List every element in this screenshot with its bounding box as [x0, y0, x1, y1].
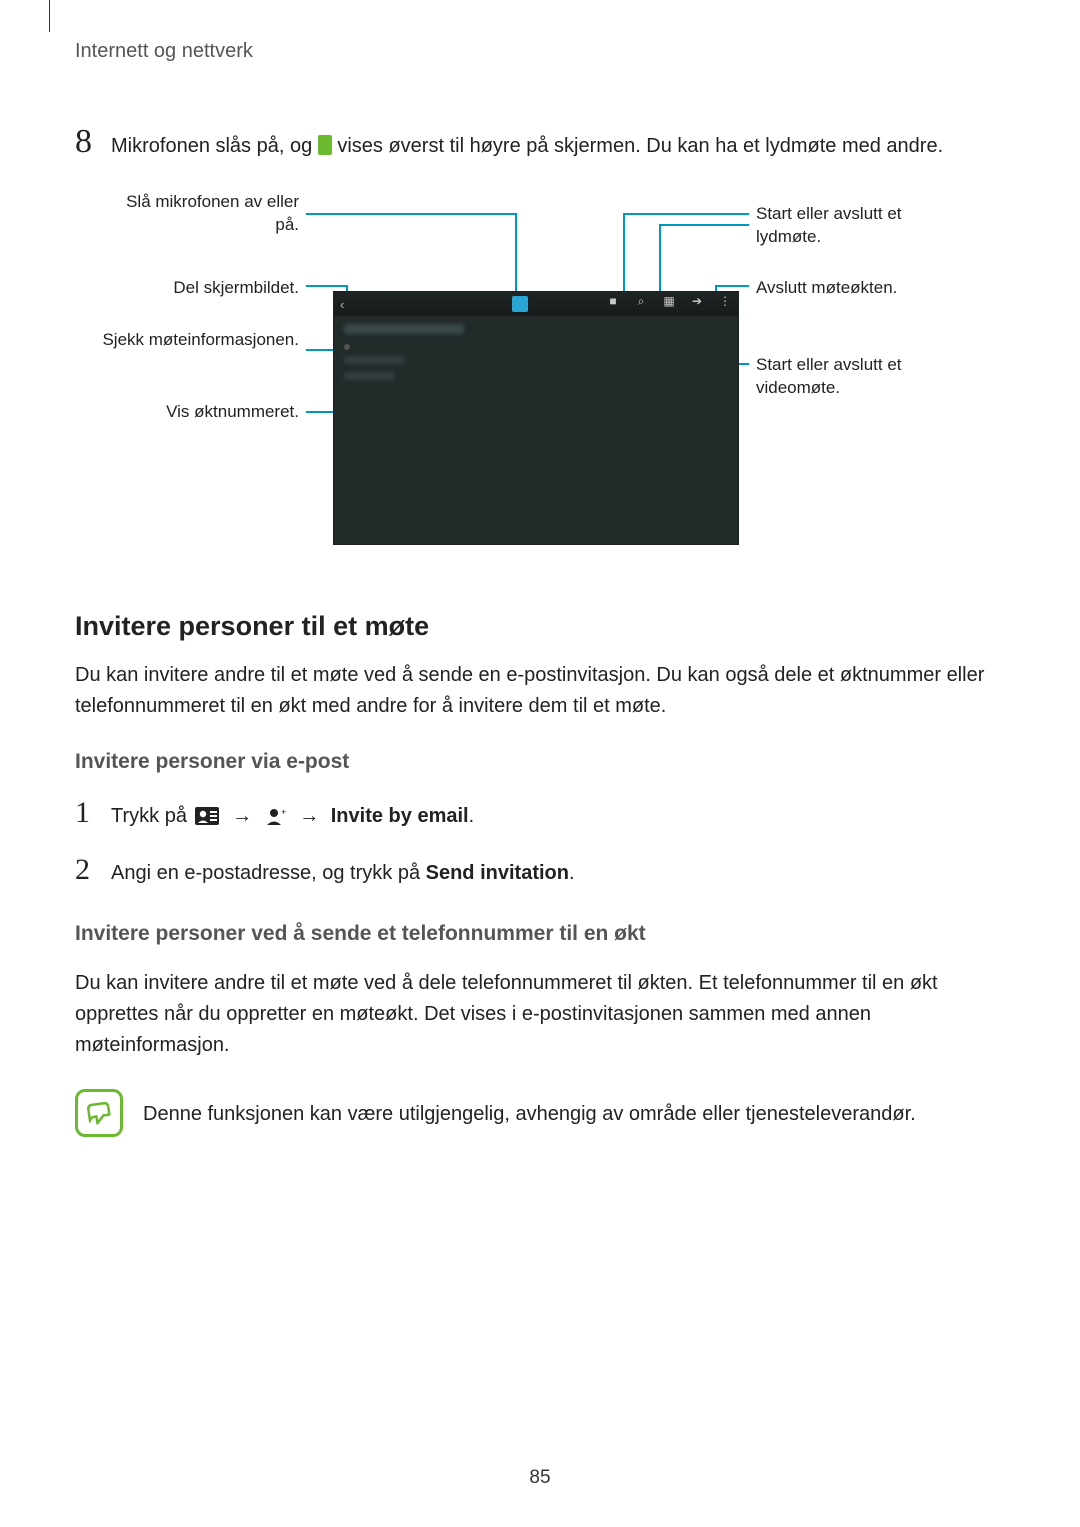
back-icon: ‹ [340, 297, 344, 312]
callout-video-meeting: Start eller avslutt et videomøte. [756, 354, 966, 400]
step-2-text: Angi en e-postadresse, og trykk på Send … [111, 858, 575, 888]
invite-by-email-label: Invite by email [331, 805, 469, 827]
step-number-1: 1 [75, 796, 111, 830]
diagram-line [306, 213, 515, 215]
blurred-info [344, 356, 404, 364]
step-number-8: 8 [75, 123, 111, 161]
diagram-line [515, 213, 517, 297]
step1-suffix: . [469, 805, 475, 827]
add-person-icon: + [266, 805, 286, 835]
step8-after: vises øverst til høyre på skjermen. Du k… [332, 135, 943, 157]
video-icon: ■ [606, 294, 620, 308]
screenshot-body [334, 316, 738, 396]
callout-share-screen: Del skjermbildet. [111, 277, 299, 300]
screenshot-toolbar: ‹ ■ ⌕ ▦ ➔ ⋮ [334, 292, 738, 316]
more-icon: ⋮ [718, 294, 732, 308]
page-number: 85 [529, 1467, 550, 1489]
callout-end-session: Avslutt møteøkten. [756, 277, 966, 300]
diagram-line [659, 224, 661, 299]
phone-icon: ⌕ [634, 294, 648, 308]
step-number-2: 2 [75, 853, 111, 887]
diagram-line [623, 213, 625, 299]
blurred-title [344, 324, 464, 334]
diagram-line [306, 285, 346, 287]
section-intro: Du kan invitere andre til et møte ved å … [75, 660, 1005, 722]
callout-session-number: Vis øktnummeret. [95, 401, 299, 424]
step2-prefix: Angi en e-postadresse, og trykk på [111, 862, 426, 884]
section-title-invite: Invitere personer til et møte [75, 611, 1005, 642]
note-row: Denne funksjonen kan være utilgjengelig,… [75, 1089, 1005, 1137]
contacts-icon: ▦ [662, 294, 676, 308]
participant-dot [344, 344, 350, 350]
note-icon [75, 1089, 123, 1137]
diagram-line [623, 213, 749, 215]
meeting-app-screenshot: ‹ ■ ⌕ ▦ ➔ ⋮ [333, 291, 739, 545]
step-8: 8 Mikrofonen slås på, og vises øverst ti… [75, 123, 1005, 161]
phone-paragraph: Du kan invitere andre til et møte ved å … [75, 968, 1005, 1061]
step8-before: Mikrofonen slås på, og [111, 135, 318, 157]
svg-text:+: + [281, 807, 286, 817]
subheading-phone: Invitere personer ved å sende et telefon… [75, 922, 1005, 946]
step1-prefix: Trykk på [111, 805, 193, 827]
exit-icon: ➔ [690, 294, 704, 308]
step2-suffix: . [569, 862, 575, 884]
note-text: Denne funksjonen kan være utilgjengelig,… [143, 1089, 916, 1129]
callout-mic-toggle: Slå mikrofonen av eller på. [111, 191, 299, 237]
arrow-1: → [232, 805, 252, 827]
microphone-icon [318, 135, 332, 155]
diagram-line [659, 224, 749, 226]
meeting-screenshot-diagram: Slå mikrofonen av eller på. Del skjermbi… [75, 191, 1005, 551]
step-1-text: Trykk på → + → Invite by email. [111, 801, 474, 835]
contacts-list-icon [195, 805, 219, 835]
callout-audio-meeting: Start eller avslutt et lydmøte. [756, 203, 966, 249]
step-2: 2 Angi en e-postadresse, og trykk på Sen… [75, 853, 1005, 888]
step-1: 1 Trykk på → + → Invite by email. [75, 796, 1005, 835]
subheading-email: Invitere personer via e-post [75, 750, 1005, 774]
blurred-info [344, 372, 394, 380]
arrow-2: → [299, 805, 319, 827]
breadcrumb: Internett og nettverk [75, 40, 1005, 63]
toolbar-mic-icon [512, 296, 528, 312]
step-8-text: Mikrofonen slås på, og vises øverst til … [111, 131, 943, 161]
diagram-line [715, 285, 749, 287]
callout-check-info: Sjekk møteinformasjonen. [95, 329, 299, 352]
send-invitation-label: Send invitation [426, 862, 569, 884]
